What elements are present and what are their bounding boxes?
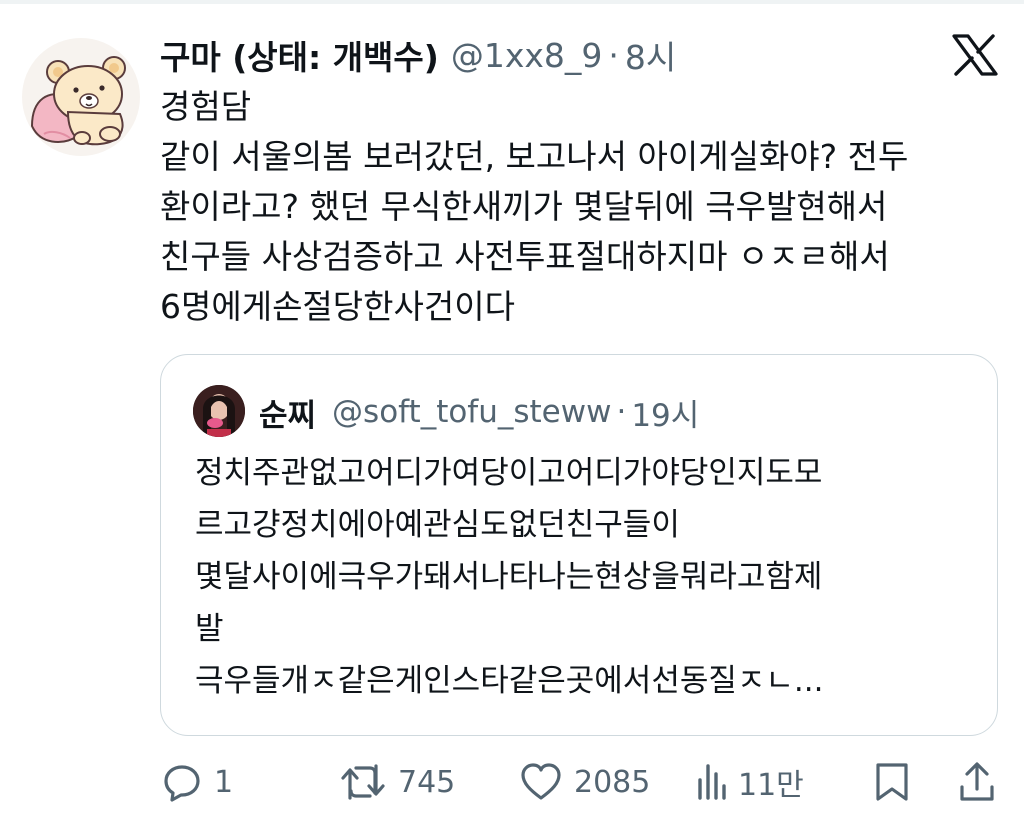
top-divider — [0, 0, 1024, 4]
tweet-text-line: 환이라고? 했던 무식한새끼가 몇달뒤에 극우발현해서 — [160, 187, 888, 226]
quoted-text-line: 극우들개ㅈ같은게인스타같은곳에서선동질ㅈㄴ... — [195, 663, 824, 699]
quoted-text-line: 발 — [195, 611, 224, 647]
profile-photo-icon — [193, 385, 245, 437]
views-button[interactable]: 11만 — [696, 752, 804, 812]
author-display-name[interactable]: 구마 (상태: 개백수) — [160, 31, 439, 79]
bookmark-icon — [876, 763, 908, 801]
header-separator: · — [608, 35, 619, 75]
quoted-tweet-text: 정치주관없고어디가여당이고어디가야당인지도모 르고걍정치에아예관심도없던친구들이… — [195, 447, 975, 707]
like-icon — [521, 763, 561, 800]
quoted-text-line: 르고걍정치에아예관심도없던친구들이 — [195, 507, 680, 543]
quoted-text-line: 정치주관없고어디가여당이고어디가야당인지도모 — [195, 455, 823, 491]
author-avatar[interactable] — [22, 38, 140, 156]
share-button[interactable] — [958, 752, 996, 812]
quoted-text-line: 몇달사이에극우가돼서나타나는현상을뭐라고함제 — [195, 559, 823, 595]
quoted-tweet-card[interactable]: 순찌 @soft_tofu_steww · 19시 정치주관없고어디가여당이고어… — [160, 354, 998, 736]
views-icon — [698, 764, 726, 800]
tweet-action-bar: 1 745 2085 11만 — [0, 752, 1024, 812]
quoted-header-separator: · — [616, 394, 627, 430]
bookmark-button[interactable] — [874, 752, 910, 812]
retweet-button[interactable]: 745 — [340, 752, 455, 812]
author-handle[interactable]: @1xx8_9 — [451, 36, 603, 75]
retweet-icon — [341, 764, 385, 800]
tweet-header: 구마 (상태: 개백수) @1xx8_9 · 8시 — [160, 30, 676, 80]
tweet-text-line: 친구들 사상검증하고 사전투표절대하지마 ㅇㅈㄹ해서 — [160, 237, 890, 276]
share-icon — [960, 762, 994, 801]
quoted-author-avatar[interactable] — [193, 385, 245, 437]
tweet-text-line: 같이 서울의봄 보러갔던, 보고나서 아이게실화야? 전두 — [160, 137, 909, 176]
tweet-timestamp[interactable]: 8시 — [625, 31, 676, 79]
like-count: 2085 — [574, 764, 651, 800]
quoted-handle[interactable]: @soft_tofu_steww — [332, 394, 611, 430]
x-logo-icon[interactable] — [952, 34, 998, 76]
bear-avatar-icon — [30, 56, 126, 146]
quoted-display-name[interactable]: 순찌 — [259, 390, 316, 435]
view-count: 11만 — [738, 768, 804, 803]
tweet-text-line: 경험담 — [160, 87, 252, 126]
quoted-tweet-header: 순찌 @soft_tofu_steww · 19시 — [259, 387, 699, 437]
tweet-text-line: 6명에게손절당한사건이다 — [160, 287, 515, 326]
reply-button[interactable]: 1 — [162, 752, 233, 812]
quoted-timestamp[interactable]: 19시 — [631, 390, 699, 435]
reply-count: 1 — [214, 764, 234, 800]
reply-icon — [164, 765, 200, 802]
like-button[interactable]: 2085 — [520, 752, 650, 812]
retweet-count: 745 — [398, 764, 456, 800]
tweet-text: 경험담 같이 서울의봄 보러갔던, 보고나서 아이게실화야? 전두 환이라고? … — [160, 82, 1000, 332]
